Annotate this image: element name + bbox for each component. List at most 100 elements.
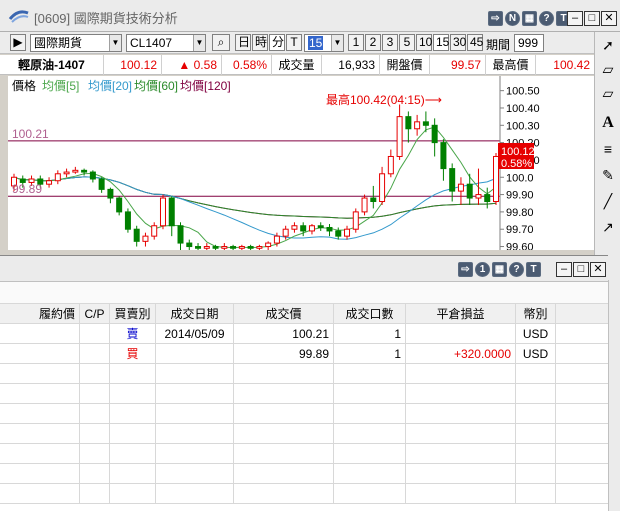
price-chart[interactable]: 價格 均價[5] 均價[20] 均價[60] 均價[120] 100.50 100… [8,76,594,250]
interval-5-button[interactable]: 5 [399,34,415,51]
price-change-pct: 0.58% [222,55,272,75]
cell-side: 買 [110,344,156,364]
candle-body [344,228,351,237]
info-icon[interactable]: 1 [475,262,490,277]
empty-row [0,384,608,404]
chevron-down-icon[interactable]: ▼ [193,35,205,51]
news-icon[interactable]: N [505,11,520,26]
pin-icon[interactable]: T [526,262,541,277]
candle-body [440,142,447,170]
empty-cell [406,484,516,504]
settings-icon[interactable]: ▦ [492,262,507,277]
link-icon[interactable]: ⇨ [488,11,503,26]
period-minute-button[interactable]: 分 [269,34,285,51]
candle-body [273,235,280,244]
maximize-button[interactable]: □ [584,11,600,26]
col-strike[interactable]: 履約價 [0,304,80,324]
clear-all-icon[interactable]: ▱ [597,82,619,104]
empty-cell [110,444,156,464]
empty-row [0,404,608,424]
interval-10-button[interactable]: 10 [416,34,432,51]
col-side[interactable]: 買賣別 [110,304,156,324]
symbol-select[interactable]: CL1407 ▼ [126,34,206,52]
trend-line-icon[interactable]: ╱ [597,190,619,212]
help-icon[interactable]: ? [509,262,524,277]
empty-cell [110,404,156,424]
period-tick-button[interactable]: T [286,34,302,51]
candle-body [265,242,272,248]
horizontal-lines-icon[interactable]: ≡ [597,138,619,160]
legend-ma60: 均價[60] [134,79,178,93]
empty-cell [156,444,234,464]
col-currency[interactable]: 幣別 [516,304,556,324]
maximize-button[interactable]: □ [573,262,589,277]
y-tick-label: 99.60 [506,242,534,250]
candle-body [256,246,263,249]
help-icon[interactable]: ? [539,11,554,26]
empty-cell [516,424,556,444]
ma5-line [13,126,497,249]
col-cp[interactable]: C/P [80,304,110,324]
chevron-down-icon[interactable]: ▼ [331,35,343,51]
interval-1-button[interactable]: 1 [348,34,364,51]
text-icon[interactable]: A [597,112,619,134]
col-date[interactable]: 成交日期 [156,304,234,324]
period-input[interactable]: 999 [514,34,544,52]
search-icon[interactable]: ⌕ [212,34,230,51]
interval-select[interactable]: 15 ▼ [304,34,344,52]
cell-strike [0,324,80,344]
period-hour-button[interactable]: 時 [252,34,268,51]
open-label: 開盤價 [380,55,430,75]
close-button[interactable]: ✕ [590,262,606,277]
empty-cell [110,384,156,404]
col-price[interactable]: 成交價 [234,304,334,324]
legend-price: 價格 [12,78,36,93]
table-row[interactable]: 賣 2014/05/09 100.21 1 USD [0,324,608,344]
candle-body [317,225,324,228]
close-button[interactable]: ✕ [601,11,617,26]
empty-cell [334,424,406,444]
chart-legend: 價格 均價[5] 均價[20] 均價[60] 均價[120] [12,78,231,93]
interval-3-button[interactable]: 3 [382,34,398,51]
trade-panel-header: ⇨ 1 ▦ ? T – □ ✕ [0,256,608,282]
interval-15-button[interactable]: 15 [433,34,449,51]
empty-row [0,464,608,484]
period-day-button[interactable]: 日 [235,34,251,51]
interval-2-button[interactable]: 2 [365,34,381,51]
y-tick-label: 99.70 [506,224,534,236]
candle-body [81,169,88,173]
empty-cell [406,404,516,424]
empty-cell [110,484,156,504]
candle-body [352,211,359,230]
link-icon[interactable]: ⇨ [458,262,473,277]
interval-30-button[interactable]: 30 [450,34,466,51]
arrow-line-icon[interactable]: ↗ [597,216,619,238]
candle-body [370,197,377,203]
settings-icon[interactable]: ▦ [522,11,537,26]
empty-cell [234,464,334,484]
trade-panel: ⇨ 1 ▦ ? T – □ ✕ 履約價 C/P 買賣別 成交日期 成交價 成交口… [0,255,608,511]
candle-body [63,171,70,175]
price-change: ▲ 0.58 [162,55,222,75]
period-label: 期間 [486,38,511,52]
play-button[interactable]: ▶ [10,34,26,51]
col-pnl[interactable]: 平倉損益 [406,304,516,324]
legend-ma120: 均價[120] [180,79,231,93]
interval-45-button[interactable]: 45 [467,34,483,51]
empty-cell [80,424,110,444]
eraser-icon[interactable]: ▱ [597,58,619,80]
ma120-line [13,176,497,219]
cursor-icon[interactable]: ➚ [597,34,619,56]
empty-cell [80,484,110,504]
empty-cell [406,364,516,384]
table-header: 履約價 C/P 買賣別 成交日期 成交價 成交口數 平倉損益 幣別 [0,304,608,324]
minimize-button[interactable]: – [556,262,572,277]
table-row[interactable]: 買 99.89 1 +320.0000 USD [0,344,608,364]
minimize-button[interactable]: – [567,11,583,26]
table-scrollbar[interactable] [608,280,620,511]
col-qty[interactable]: 成交口數 [334,304,406,324]
chart-canvas[interactable]: 價格 均價[5] 均價[20] 均價[60] 均價[120] 100.50 100… [8,76,594,250]
exchange-select[interactable]: 國際期貨 ▼ [30,34,122,52]
paint-icon[interactable]: ✎ [597,164,619,186]
chevron-down-icon[interactable]: ▼ [109,35,121,51]
